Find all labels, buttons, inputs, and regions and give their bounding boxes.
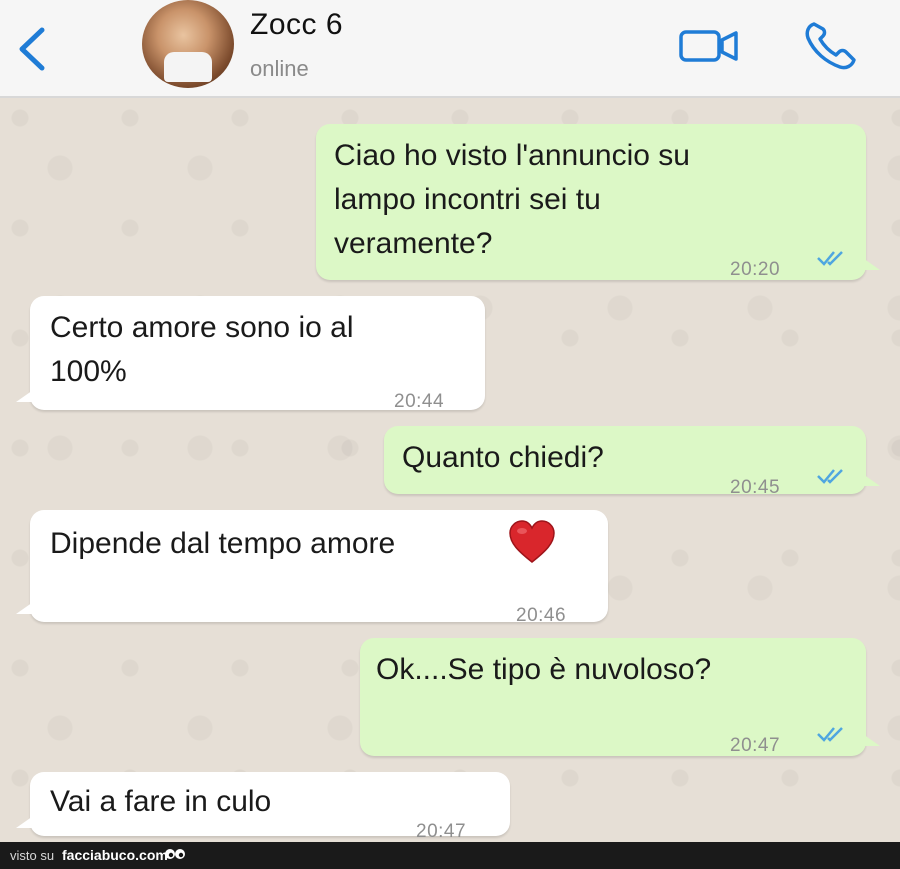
message-time: 20:45 — [730, 477, 781, 498]
watermark-prefix: visto su — [10, 848, 55, 863]
double-check-icon — [817, 469, 843, 484]
video-camera-icon[interactable] — [678, 28, 740, 64]
message-bubble-incoming[interactable]: Certo amore sono io al 100% 20:44 — [16, 296, 485, 412]
chevron-left-icon[interactable] — [10, 22, 54, 76]
message-text: Ciao ho visto l'annuncio su lampo incont… — [334, 139, 690, 260]
red-heart-icon — [509, 520, 555, 563]
message-text: Quanto chiedi? — [402, 441, 604, 474]
avatar[interactable] — [142, 0, 234, 88]
bubble-tail — [860, 732, 880, 746]
message-bubble-incoming[interactable]: Vai a fare in culo 20:47 — [16, 772, 510, 842]
chat-header: Zocc 6 online — [0, 0, 900, 98]
bubble-tail — [16, 600, 36, 614]
message-time: 20:20 — [730, 259, 781, 280]
bubble-tail — [16, 814, 36, 828]
contact-status: online — [250, 56, 309, 81]
eyes-icon — [165, 849, 185, 859]
watermark-site[interactable]: facciabuco.com — [62, 847, 168, 863]
message-time: 20:47 — [730, 735, 781, 756]
watermark-bar: visto su facciabuco.com — [0, 842, 900, 869]
bubble-tail — [16, 388, 36, 402]
message-time: 20:44 — [394, 391, 445, 412]
bubble-tail — [860, 472, 880, 486]
phone-icon[interactable] — [802, 20, 860, 72]
message-bubble-incoming[interactable]: Dipende dal tempo amore 20:46 — [16, 510, 608, 626]
message-time: 20:46 — [516, 605, 567, 626]
double-check-icon — [817, 727, 843, 742]
message-text: Ok....Se tipo è nuvoloso? — [376, 653, 712, 686]
bubble-tail — [860, 256, 880, 270]
message-bubble-outgoing[interactable]: Quanto chiedi? 20:45 — [384, 426, 880, 498]
message-bubble-outgoing[interactable]: Ok....Se tipo è nuvoloso? 20:47 — [360, 638, 880, 756]
message-text: Vai a fare in culo — [50, 785, 272, 818]
contact-name[interactable]: Zocc 6 — [250, 8, 343, 42]
double-check-icon — [817, 251, 843, 266]
chat-area[interactable]: Ciao ho visto l'annuncio su lampo incont… — [0, 98, 900, 842]
message-text: Dipende dal tempo amore — [50, 527, 396, 560]
message-bubble-outgoing[interactable]: Ciao ho visto l'annuncio su lampo incont… — [316, 124, 880, 280]
